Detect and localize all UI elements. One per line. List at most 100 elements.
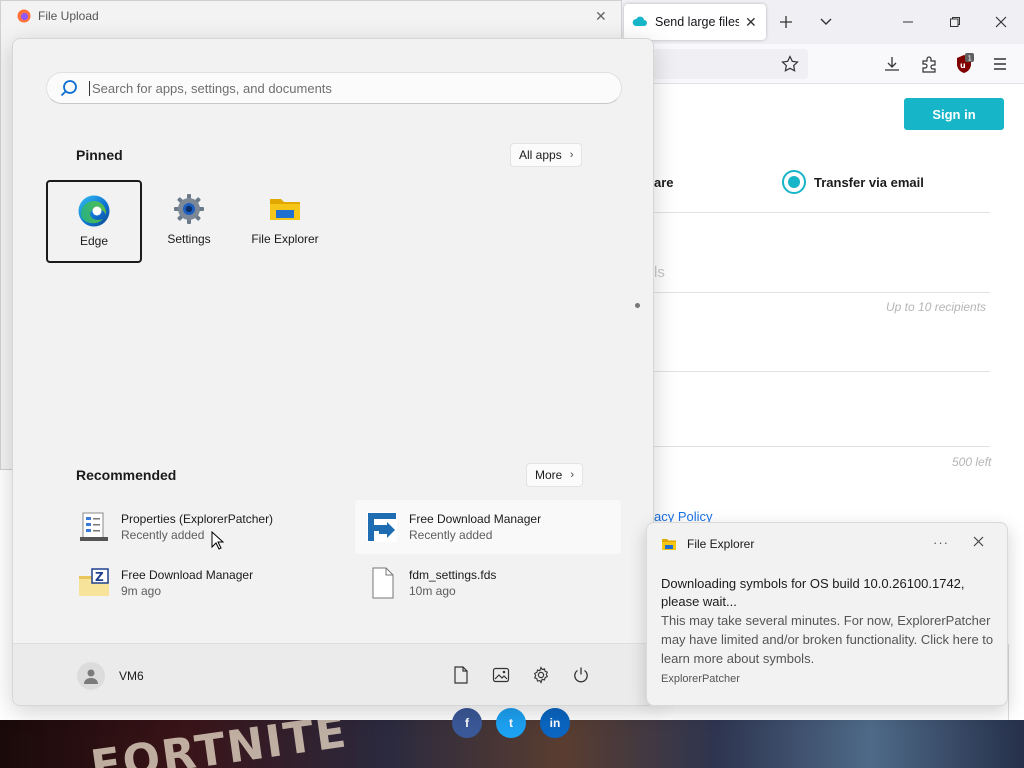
toast-body: This may take several minutes. For now, … xyxy=(661,613,994,666)
transfer-via-email-option[interactable]: Transfer via email xyxy=(782,170,924,194)
twitter-icon[interactable]: t xyxy=(496,708,526,738)
toast-attribution: ExplorerPatcher xyxy=(661,673,740,685)
recommended-text: Free Download Manager 9m ago xyxy=(121,568,253,598)
cloud-icon xyxy=(632,16,647,26)
svg-text:Z: Z xyxy=(95,570,104,584)
page-indicator-dot[interactable] xyxy=(635,303,640,308)
start-search-box[interactable] xyxy=(46,72,622,104)
share-option-label[interactable]: are xyxy=(654,175,674,190)
folder-icon xyxy=(270,199,300,220)
pinned-app-settings[interactable]: Settings xyxy=(141,180,237,263)
email-field-underline xyxy=(654,292,990,293)
recommended-text: Properties (ExplorerPatcher) Recently ad… xyxy=(121,512,273,542)
gear-icon xyxy=(174,194,204,224)
chars-left-counter: 500 left xyxy=(952,455,992,469)
user-avatar-icon xyxy=(77,662,105,690)
minimize-icon xyxy=(903,21,913,23)
radio-selected-icon[interactable] xyxy=(782,170,806,194)
tab-title: Send large files xyxy=(655,15,739,29)
start-menu: Pinned All apps › Edge S xyxy=(12,38,654,706)
recommended-time: 9m ago xyxy=(121,584,162,598)
email-field-placeholder[interactable]: ls xyxy=(654,264,665,281)
facebook-icon[interactable]: f xyxy=(452,708,482,738)
extensions-icon[interactable] xyxy=(917,52,941,76)
close-window-button[interactable] xyxy=(989,10,1013,34)
recommended-item[interactable]: Properties (ExplorerPatcher) Recently ad… xyxy=(67,500,333,554)
restore-button[interactable] xyxy=(943,10,967,34)
toast-app-name: File Explorer xyxy=(687,537,755,551)
mouse-cursor-icon xyxy=(211,531,225,550)
minimize-button[interactable] xyxy=(896,10,920,34)
divider xyxy=(654,371,990,372)
sign-in-button[interactable]: Sign in xyxy=(904,98,1004,130)
restore-icon xyxy=(950,17,960,27)
pinned-heading: Pinned xyxy=(76,147,123,163)
recommended-name: Free Download Manager xyxy=(121,568,254,582)
chevron-down-icon xyxy=(820,18,832,25)
menu-icon[interactable] xyxy=(988,52,1012,76)
all-apps-button[interactable]: All apps › xyxy=(510,143,583,167)
ublock-origin-icon[interactable]: u 1 xyxy=(952,52,976,76)
recommended-time: Recently added xyxy=(121,528,205,542)
all-apps-label: All apps xyxy=(519,148,562,162)
banner-logo-text: FORTNITE xyxy=(87,720,351,768)
more-options-icon[interactable]: ··· xyxy=(933,535,949,550)
recommended-name: fdm_settings.fds xyxy=(409,568,497,582)
edge-icon xyxy=(78,195,110,227)
file-icon xyxy=(372,567,394,599)
toast-header: File Explorer xyxy=(661,537,754,551)
pinned-app-label: Settings xyxy=(167,232,211,246)
recommended-heading: Recommended xyxy=(76,467,177,483)
settings-gear-icon[interactable] xyxy=(530,664,552,686)
recommended-text: Free Download Manager Recently added xyxy=(409,512,541,542)
chevron-right-icon: › xyxy=(569,149,574,161)
chevron-right-icon: › xyxy=(570,469,575,481)
pictures-icon[interactable] xyxy=(490,664,512,686)
close-icon xyxy=(995,16,1007,28)
firefox-icon xyxy=(17,9,31,23)
user-name: VM6 xyxy=(119,669,144,683)
ublock-badge-count: 1 xyxy=(968,55,972,63)
recommended-name: Properties (ExplorerPatcher) xyxy=(121,512,274,526)
search-icon xyxy=(60,80,77,97)
message-field-underline xyxy=(654,446,990,447)
pinned-app-edge[interactable]: Edge xyxy=(46,180,142,263)
recommended-item[interactable]: Free Download Manager Recently added xyxy=(355,500,621,554)
dialog-close-icon[interactable]: ✕ xyxy=(595,8,607,25)
pinned-app-label: File Explorer xyxy=(251,232,319,246)
recommended-name: Free Download Manager xyxy=(409,512,542,526)
more-button[interactable]: More › xyxy=(526,463,584,487)
notification-toast[interactable]: File Explorer ··· Downloading symbols fo… xyxy=(646,522,1008,706)
divider xyxy=(654,212,990,213)
toast-title: Downloading symbols for OS build 10.0.26… xyxy=(661,576,965,609)
pinned-app-file-explorer[interactable]: File Explorer xyxy=(237,180,333,263)
properties-icon xyxy=(80,512,108,541)
user-account-button[interactable]: VM6 xyxy=(77,662,144,690)
plus-icon xyxy=(780,16,792,28)
toast-close-icon[interactable] xyxy=(973,534,984,551)
recommended-text: fdm_settings.fds 10m ago xyxy=(409,568,496,598)
dialog-title: File Upload xyxy=(38,9,99,23)
list-tabs-button[interactable] xyxy=(814,10,838,34)
recommended-item[interactable]: fdm_settings.fds 10m ago xyxy=(355,556,621,610)
search-input[interactable] xyxy=(89,80,589,96)
recommended-item[interactable]: Z Free Download Manager 9m ago xyxy=(67,556,333,610)
tab-send-large-files[interactable]: Send large files ✕ xyxy=(624,4,766,40)
svg-text:u: u xyxy=(960,61,966,70)
pinned-app-label: Edge xyxy=(79,234,109,248)
new-tab-button[interactable] xyxy=(774,10,798,34)
recommended-time: Recently added xyxy=(409,528,493,542)
start-menu-footer: VM6 xyxy=(13,643,653,705)
more-label: More xyxy=(535,468,563,482)
bookmark-star-icon[interactable] xyxy=(778,52,802,76)
folder-zip-icon: Z xyxy=(79,568,109,596)
recipients-hint: Up to 10 recipients xyxy=(886,300,987,314)
dialog-title-bar: File Upload xyxy=(17,9,99,23)
tab-close-icon[interactable]: ✕ xyxy=(745,14,757,31)
documents-icon[interactable] xyxy=(450,664,472,686)
fdm-icon xyxy=(367,512,397,542)
linkedin-icon[interactable]: in xyxy=(540,708,570,738)
recommended-time: 10m ago xyxy=(409,584,456,598)
power-icon[interactable] xyxy=(570,664,592,686)
downloads-icon[interactable] xyxy=(880,52,904,76)
